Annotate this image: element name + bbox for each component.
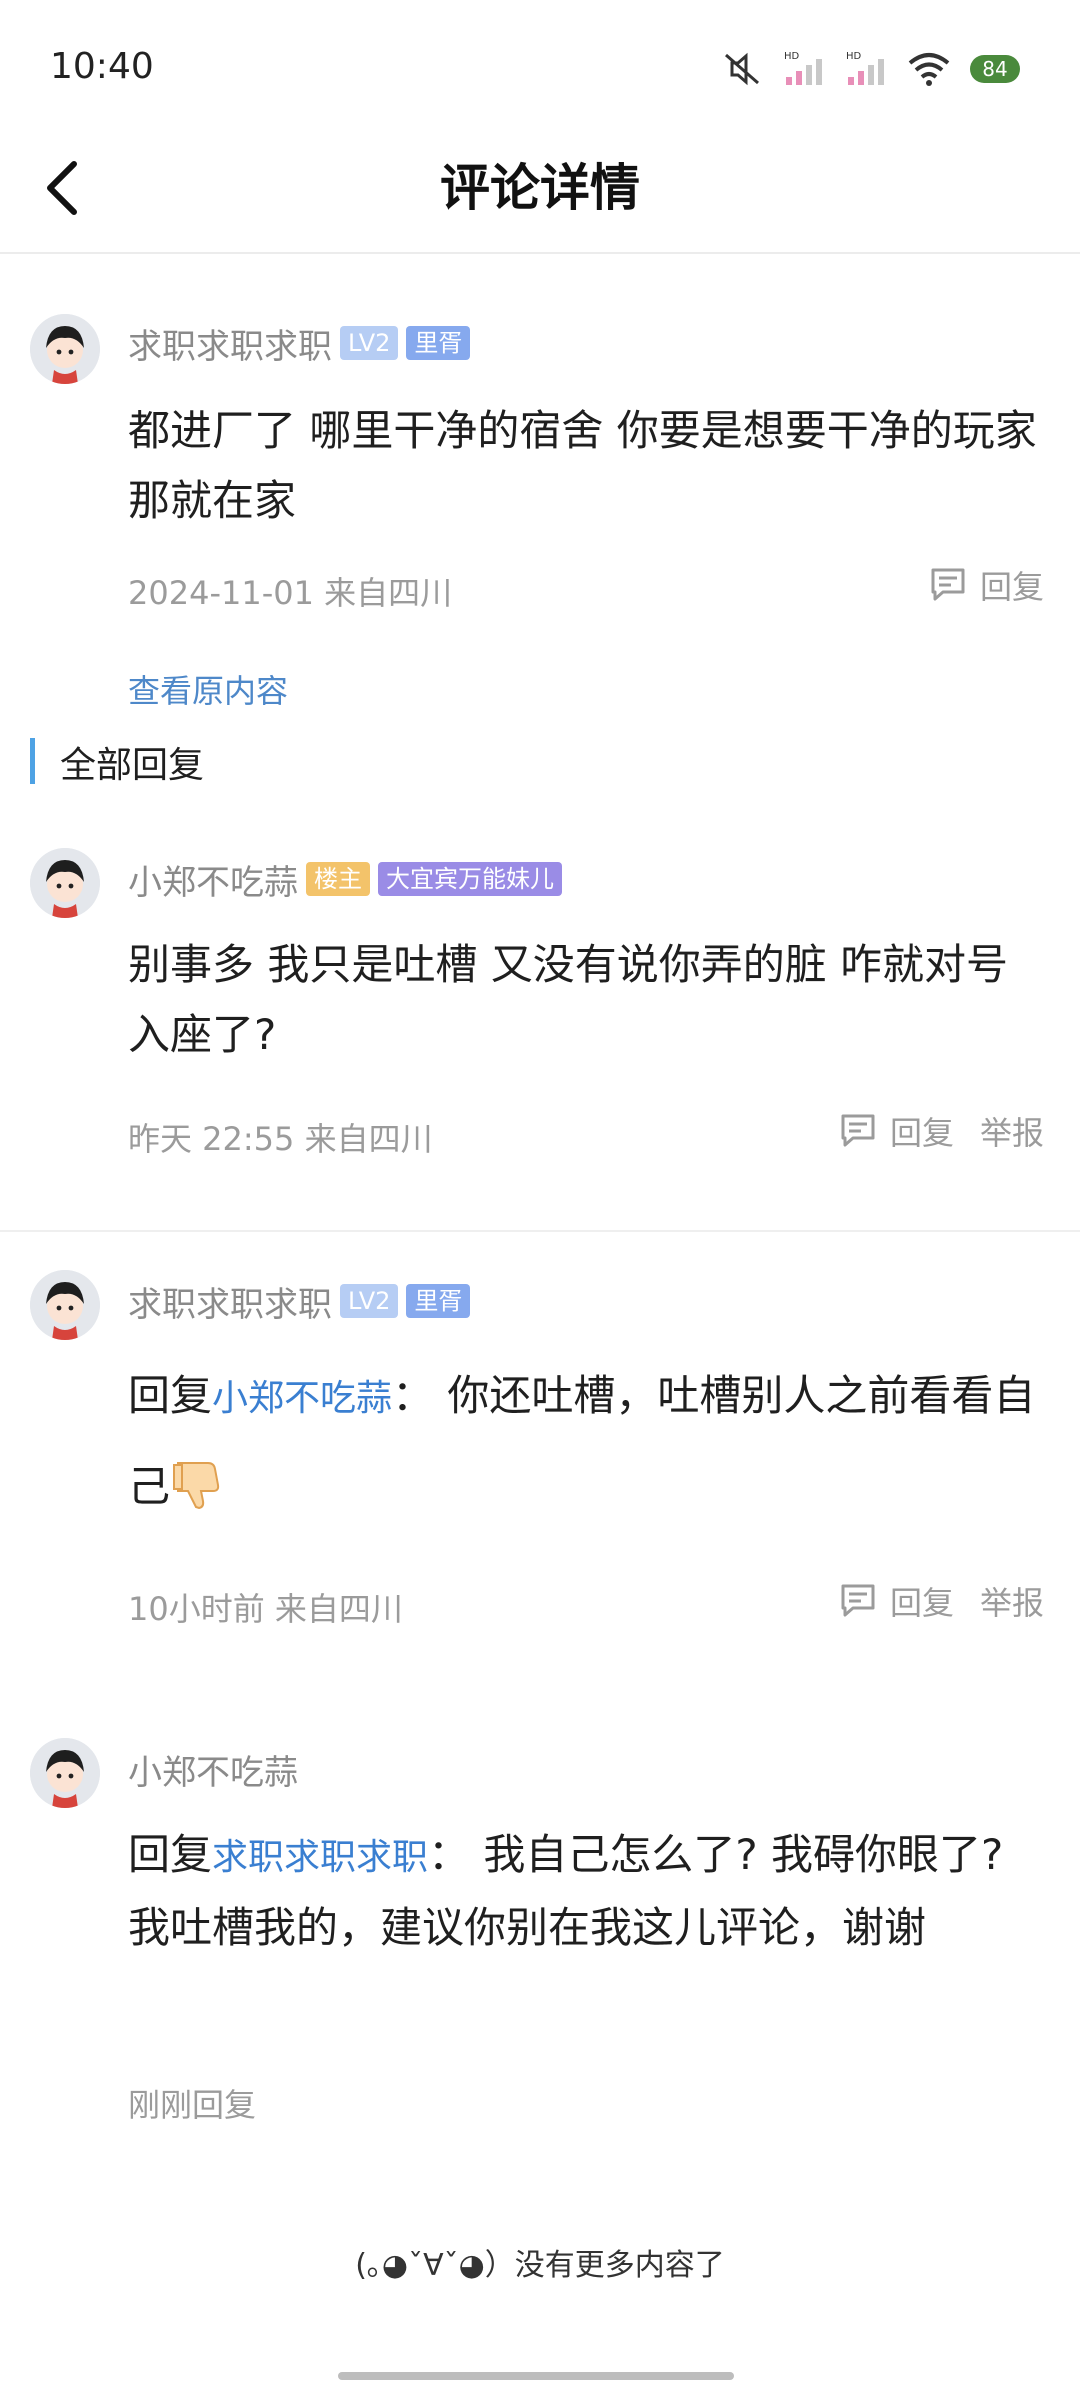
comment-author-row: 求职求职求职 LV2 里胥 [128, 318, 471, 368]
reply-meta: 刚刚回复 [128, 2086, 257, 2124]
reply-author-row: 小郑不吃蒜 [128, 1744, 298, 1794]
avatar-icon [30, 848, 100, 918]
mention-link[interactable]: 小郑不吃蒜 [212, 1378, 392, 1419]
avatar[interactable] [30, 848, 100, 918]
reply-separator: ： [428, 1830, 471, 1879]
reply-prefix: 回复 [128, 1830, 213, 1879]
comment-icon [841, 1584, 875, 1617]
thumbs-down-emoji [170, 1462, 226, 1511]
reply-text: 回复小郑不吃蒜： 你还吐槽，吐槽别人之前看看自己 [128, 1352, 1038, 1531]
comment-actions: 回复 [928, 562, 1044, 608]
mute-icon [725, 52, 759, 86]
level-badge: LV2 [340, 1284, 399, 1318]
divider [0, 1230, 1080, 1232]
level-badge: LV2 [340, 326, 399, 360]
status-bar: 10:40 HD HD 84 [0, 0, 1080, 130]
avatar[interactable] [30, 1738, 100, 1808]
wifi-icon [908, 53, 950, 86]
reply-actions: 回复 举报 [838, 1578, 1044, 1624]
report-button[interactable]: 举报 [980, 1578, 1044, 1624]
battery-icon: 84 [970, 55, 1020, 83]
reply-meta: 10小时前 来自四川 [128, 1590, 403, 1628]
view-original-link[interactable]: 查看原内容 [128, 666, 288, 712]
title-badge: 大宜宾万能妹儿 [378, 862, 562, 896]
owner-badge: 楼主 [306, 862, 370, 896]
reply-label: 回复 [979, 568, 1044, 606]
reply-button[interactable]: 回复 [838, 1108, 954, 1154]
top-bar: 评论详情 [0, 130, 1080, 254]
reply-author-row: 小郑不吃蒜 楼主 大宜宾万能妹儿 [128, 854, 562, 904]
reply-text: 回复求职求职求职： 我自己怎么了? 我碍你眼了? 我吐槽我的，建议你别在我这儿评… [128, 1820, 1038, 1963]
comment-text: 都进厂了 哪里干净的宿舍 你要是想要干净的玩家那就在家 [128, 406, 1037, 525]
username[interactable]: 求职求职求职 [128, 319, 332, 368]
signal-icon: HD [846, 51, 884, 85]
reply-label: 回复 [889, 1114, 954, 1152]
avatar-icon [30, 1738, 100, 1808]
reply-label: 回复 [889, 1584, 954, 1622]
mention-link[interactable]: 求职求职求职 [212, 1837, 428, 1878]
reply-author-row: 求职求职求职 LV2 里胥 [128, 1276, 471, 1326]
reply-button[interactable]: 回复 [928, 562, 1044, 608]
reply-actions: 回复 举报 [838, 1108, 1044, 1154]
no-more-content: (｡◕ˇ∀ˇ◕）没有更多内容了 [355, 2248, 725, 2283]
section-title: 全部回复 [60, 745, 205, 786]
title-badge: 里胥 [406, 326, 471, 360]
reply-text: 别事多 我只是吐槽 又没有说你弄的脏 咋就对号入座了? [128, 940, 1009, 1059]
report-button[interactable]: 举报 [980, 1108, 1044, 1154]
avatar-icon [30, 314, 100, 384]
avatar[interactable] [30, 314, 100, 384]
username[interactable]: 求职求职求职 [128, 1277, 332, 1326]
comment-icon [841, 1114, 875, 1147]
title-badge: 里胥 [406, 1284, 471, 1318]
home-indicator[interactable] [338, 2372, 734, 2380]
comment-meta: 2024-11-01 来自四川 [128, 574, 453, 612]
reply-prefix: 回复 [128, 1371, 213, 1420]
page-title: 评论详情 [440, 159, 640, 217]
signal-icon: HD [784, 51, 822, 85]
comment-icon [931, 568, 965, 601]
reply-button[interactable]: 回复 [838, 1578, 954, 1624]
svg-text:HD: HD [784, 51, 800, 62]
status-time: 10:40 [50, 46, 154, 87]
avatar-icon [30, 1270, 100, 1340]
reply-separator: ： [392, 1371, 435, 1420]
username[interactable]: 小郑不吃蒜 [128, 855, 298, 904]
avatar[interactable] [30, 1270, 100, 1340]
reply-meta: 昨天 22:55 来自四川 [128, 1120, 433, 1158]
status-icons: HD HD 84 [720, 44, 1020, 94]
section-accent-bar [30, 738, 35, 784]
username[interactable]: 小郑不吃蒜 [128, 1745, 298, 1794]
svg-text:HD: HD [846, 51, 862, 62]
